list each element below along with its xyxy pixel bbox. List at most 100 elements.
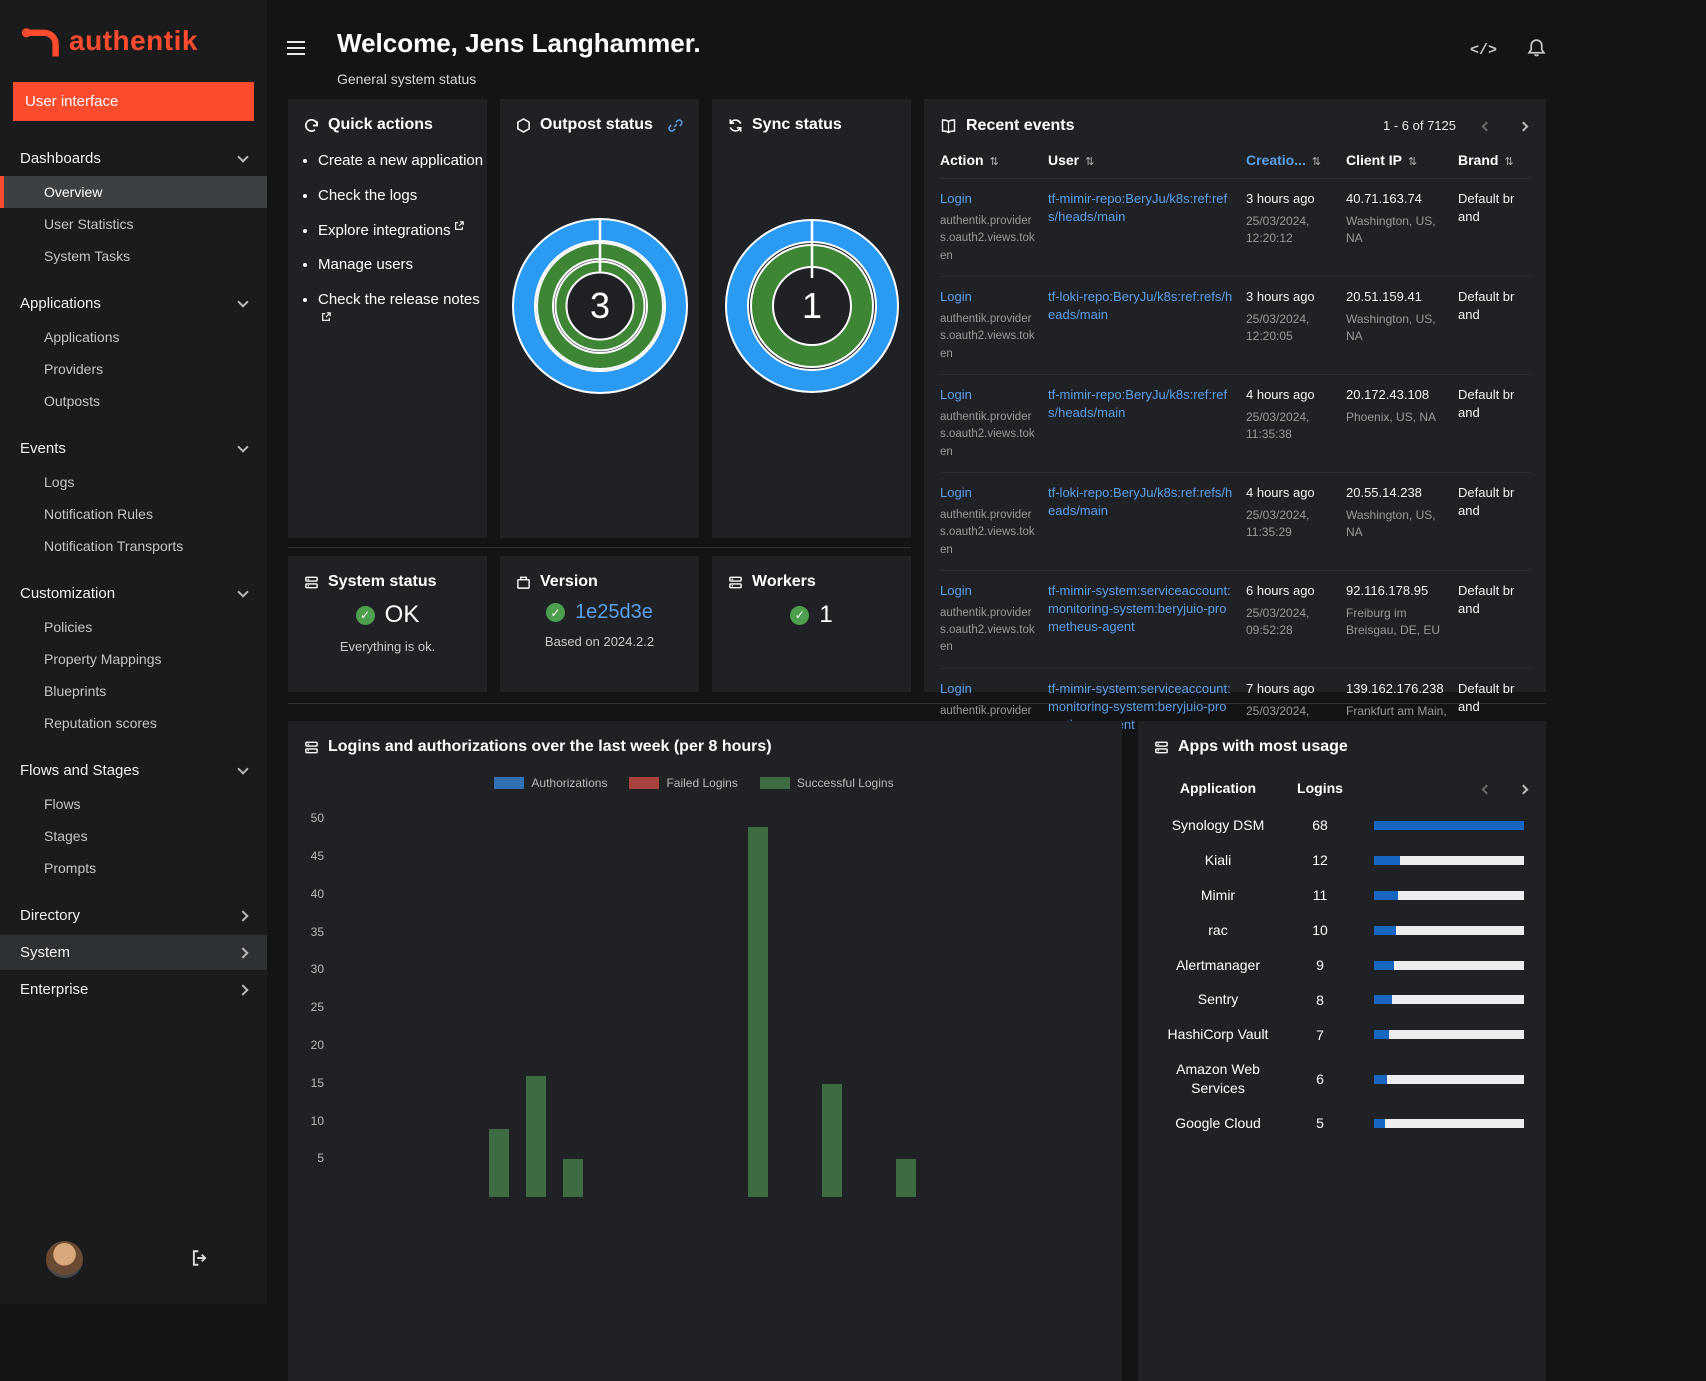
sidebar-item-flows[interactable]: Flows <box>0 788 267 820</box>
version-link[interactable]: 1e25d3e <box>575 601 653 624</box>
app-name: Mimir <box>1200 886 1236 903</box>
event-user-link[interactable]: tf-mimir-repo:BeryJu/k8s:ref:refs/heads/… <box>1048 387 1227 420</box>
event-row[interactable]: Login authentik.providers.oauth2.views.to… <box>940 374 1531 472</box>
authentik-logo[interactable]: authentik <box>0 0 267 70</box>
event-user-link[interactable]: tf-mimir-system:serviceaccount:monitorin… <box>1048 583 1231 634</box>
api-code-icon[interactable]: </> <box>1470 42 1497 59</box>
sidebar-item-blueprints[interactable]: Blueprints <box>0 675 267 707</box>
event-row[interactable]: Login authentik.providers.oauth2.views.to… <box>940 472 1531 570</box>
user-avatar[interactable] <box>46 1241 83 1278</box>
stat-body: ✓ 1 <box>712 601 911 629</box>
sidebar-item-logs[interactable]: Logs <box>0 466 267 498</box>
event-action-link[interactable]: Login <box>940 583 972 598</box>
y-axis-tick: 10 <box>310 1113 324 1128</box>
chart-legend: Authorizations Failed Logins Successful … <box>288 776 1122 790</box>
sidebar-item-policies[interactable]: Policies <box>0 611 267 643</box>
event-user-link[interactable]: tf-loki-repo:BeryJu/k8s:ref:refs/heads/m… <box>1048 289 1232 322</box>
chart-bar <box>525 1076 546 1198</box>
pagination-prev-button[interactable] <box>1480 115 1493 136</box>
event-row[interactable]: Login authentik.providers.oauth2.views.to… <box>940 276 1531 374</box>
usage-bar <box>1374 995 1524 1005</box>
sidebar-section-directory[interactable]: Directory <box>0 898 267 933</box>
page-heading: Welcome, Jens Langhammer. General system… <box>337 28 701 87</box>
quick-action-release-notes[interactable]: Check the release notes <box>318 291 480 308</box>
user-interface-button[interactable]: User interface <box>13 82 254 121</box>
sidebar-section-enterprise[interactable]: Enterprise <box>0 972 267 1007</box>
sidebar-section-customization[interactable]: Customization <box>0 576 267 611</box>
event-action-link[interactable]: Login <box>940 681 972 696</box>
nav-items: Policies Property Mappings Blueprints Re… <box>0 611 267 739</box>
link-icon[interactable] <box>668 118 683 133</box>
chart-bar <box>488 1129 509 1198</box>
event-row[interactable]: Login authentik.providers.oauth2.views.to… <box>940 178 1531 277</box>
external-link-icon <box>322 312 331 321</box>
logout-button[interactable] <box>190 1249 209 1270</box>
card-title: Version <box>540 573 598 590</box>
event-user-link[interactable]: tf-mimir-repo:BeryJu/k8s:ref:refs/heads/… <box>1048 191 1227 224</box>
column-header-action[interactable]: Action ⇅ <box>940 144 1048 179</box>
event-action-link[interactable]: Login <box>940 289 972 304</box>
sort-icon: ⇅ <box>1408 156 1418 168</box>
sidebar-item-user-statistics[interactable]: User Statistics <box>0 208 267 240</box>
sync-icon <box>729 118 742 132</box>
event-time-relative: 4 hours ago <box>1246 386 1315 402</box>
sidebar-item-applications[interactable]: Applications <box>0 321 267 353</box>
quick-action-check-logs[interactable]: Check the logs <box>318 187 417 204</box>
sidebar-section-events[interactable]: Events <box>0 431 267 466</box>
usage-bar <box>1374 855 1524 865</box>
pagination-next-button[interactable] <box>1517 115 1530 136</box>
sidebar-item-reputation-scores[interactable]: Reputation scores <box>0 707 267 739</box>
app-name: Synology DSM <box>1171 817 1265 833</box>
column-header-brand[interactable]: Brand ⇅ <box>1458 144 1531 179</box>
event-brand: Default brand <box>1458 288 1515 323</box>
usage-bar-fill <box>1374 925 1397 935</box>
sidebar-item-notification-transports[interactable]: Notification Transports <box>0 530 267 562</box>
y-axis-tick: 35 <box>310 924 324 939</box>
column-header-application: Application <box>1179 780 1257 796</box>
column-header-creation[interactable]: Creatio... ⇅ <box>1246 144 1346 179</box>
app-login-count: 6 <box>1316 1071 1324 1088</box>
sidebar-item-system-tasks[interactable]: System Tasks <box>0 240 267 272</box>
section-label: Dashboards <box>20 150 101 167</box>
event-user-link[interactable]: tf-loki-repo:BeryJu/k8s:ref:refs/heads/m… <box>1048 485 1232 518</box>
sidebar-item-overview[interactable]: Overview <box>0 176 267 208</box>
sidebar-section-dashboards[interactable]: Dashboards <box>0 141 267 176</box>
system-status-subtitle: Everything is ok. <box>339 639 436 654</box>
event-time-relative: 3 hours ago <box>1246 191 1315 206</box>
quick-action-manage-users[interactable]: Manage users <box>318 256 413 273</box>
legend-swatch-authorizations <box>494 777 525 789</box>
notifications-bell-icon[interactable] <box>1527 38 1546 62</box>
app-login-count: 8 <box>1316 991 1324 1008</box>
sidebar-section-applications[interactable]: Applications <box>0 286 267 321</box>
event-time-relative: 4 hours ago <box>1246 484 1315 500</box>
quick-action-explore-integrations[interactable]: Explore integrations <box>318 222 451 239</box>
event-action-link[interactable]: Login <box>940 485 972 500</box>
event-action-link[interactable]: Login <box>940 191 972 206</box>
sidebar-section-system[interactable]: System <box>0 935 267 970</box>
column-header-client-ip[interactable]: Client IP ⇅ <box>1346 144 1458 179</box>
sidebar-item-providers[interactable]: Providers <box>0 353 267 385</box>
app-login-count: 7 <box>1316 1026 1324 1043</box>
sidebar-section-flows-and-stages[interactable]: Flows and Stages <box>0 753 267 788</box>
event-action-link[interactable]: Login <box>940 387 972 402</box>
event-row[interactable]: Login authentik.providers.oauth2.views.to… <box>940 570 1531 668</box>
usage-bar-fill <box>1374 855 1401 865</box>
menu-toggle-icon[interactable] <box>283 37 309 59</box>
legend-label: Failed Logins <box>666 776 738 790</box>
app-login-count: 12 <box>1312 852 1328 869</box>
sidebar-item-prompts[interactable]: Prompts <box>0 852 267 884</box>
quick-action-create-application[interactable]: Create a new application <box>318 152 483 169</box>
sidebar-item-outposts[interactable]: Outposts <box>0 385 267 417</box>
sidebar-item-stages[interactable]: Stages <box>0 820 267 852</box>
dashboard-content: Quick actions Create a new application C… <box>267 93 1706 1381</box>
workers-card: Workers ✓ 1 <box>712 556 911 692</box>
chart-icon <box>305 741 318 753</box>
sidebar-item-property-mappings[interactable]: Property Mappings <box>0 643 267 675</box>
bundle-icon <box>517 576 530 589</box>
topbar-icons: </> <box>1470 28 1546 62</box>
column-header-user[interactable]: User ⇅ <box>1048 144 1246 179</box>
nav-items: Flows Stages Prompts <box>0 788 267 884</box>
sidebar-item-notification-rules[interactable]: Notification Rules <box>0 498 267 530</box>
card-title-row: Quick actions <box>288 99 487 140</box>
app-name: Alertmanager <box>1175 956 1261 973</box>
